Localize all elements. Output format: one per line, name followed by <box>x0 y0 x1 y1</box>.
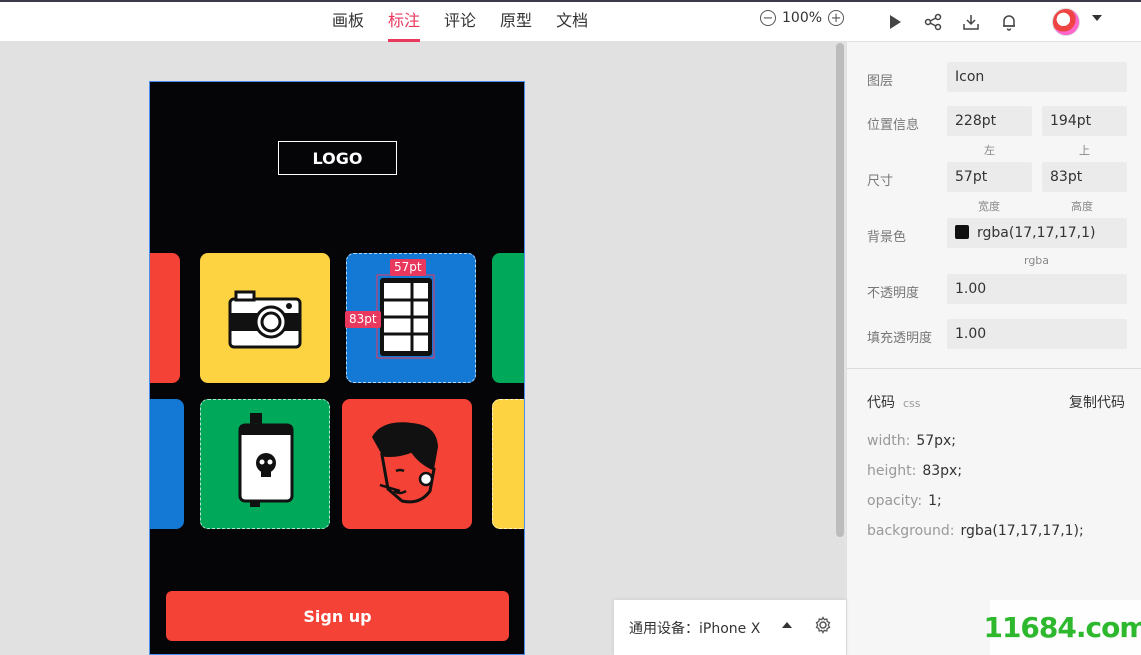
color-swatch <box>955 225 969 239</box>
position-top-sublabel: 上 <box>1079 144 1090 157</box>
width-measure-label: 57pt <box>390 259 426 276</box>
device-label: 通用设备：iPhone X <box>629 621 761 637</box>
tab-annotate[interactable]: 标注 <box>376 2 432 42</box>
bell-icon[interactable] <box>998 11 1020 33</box>
camera-icon <box>228 290 302 349</box>
share-icon[interactable] <box>922 11 944 33</box>
zoom-control: − 100% + <box>760 10 845 26</box>
code-language: css <box>903 397 921 410</box>
gear-icon[interactable] <box>814 616 832 634</box>
inspector-panel: 图层 Icon 位置信息 228pt 194pt 左 上 尺寸 57pt 83p… <box>846 42 1141 655</box>
signup-button[interactable]: Sign up <box>166 591 509 641</box>
code-value: 83px; <box>922 463 963 479</box>
fill-opacity-value[interactable]: 1.00 <box>947 319 1127 349</box>
size-label: 尺寸 <box>867 174 894 189</box>
code-prop: height: <box>867 463 917 479</box>
position-left-value[interactable]: 228pt <box>947 106 1032 136</box>
tab-prototype[interactable]: 原型 <box>488 2 544 42</box>
code-value: 1; <box>928 493 942 509</box>
zoom-in-icon[interactable]: + <box>828 10 845 26</box>
height-sublabel: 高度 <box>1071 200 1093 213</box>
code-title-text: 代码 <box>867 395 895 411</box>
tile-red-partial[interactable] <box>150 253 180 383</box>
play-icon[interactable] <box>884 11 906 33</box>
code-prop: opacity: <box>867 493 923 509</box>
toolbar-icons <box>884 11 1020 33</box>
logo[interactable]: LOGO <box>278 141 397 175</box>
code-line: width: 57px; <box>867 433 956 449</box>
width-value[interactable]: 57pt <box>947 162 1032 192</box>
layer-label: 图层 <box>867 74 894 89</box>
canvas-scrollbar[interactable] <box>836 43 844 537</box>
top-bar: 画板 标注 评论 原型 文档 − 100% + <box>0 0 1141 42</box>
height-measure-label: 83pt <box>345 311 381 328</box>
avatar[interactable] <box>1052 8 1080 36</box>
position-left-sublabel: 左 <box>984 144 995 157</box>
tab-comments[interactable]: 评论 <box>432 2 488 42</box>
background-value[interactable]: rgba(17,17,17,1) <box>947 218 1127 248</box>
tile-yellow-partial[interactable] <box>492 399 524 529</box>
face-illustration-icon <box>372 422 438 504</box>
code-section-title: 代码 css <box>867 392 921 412</box>
zoom-level: 100% <box>782 10 823 26</box>
width-sublabel: 宽度 <box>978 200 1000 213</box>
height-value[interactable]: 83pt <box>1042 162 1127 192</box>
watermark: 11684.com <box>983 600 1141 655</box>
skull-book-icon <box>238 413 294 507</box>
tile-blue-partial[interactable] <box>150 399 184 529</box>
code-line: height: 83px; <box>867 463 962 479</box>
code-prop: width: <box>867 433 911 449</box>
layer-value[interactable]: Icon <box>947 62 1127 92</box>
opacity-value[interactable]: 1.00 <box>947 274 1127 304</box>
code-prop: background: <box>867 523 955 539</box>
opacity-label: 不透明度 <box>867 286 920 301</box>
caret-up-icon[interactable] <box>782 622 792 628</box>
background-color-text: rgba(17,17,17,1) <box>977 225 1096 241</box>
device-selector[interactable]: 通用设备：iPhone X <box>614 600 846 655</box>
tab-artboard[interactable]: 画板 <box>320 2 376 42</box>
background-sublabel: rgba <box>1024 254 1050 267</box>
divider <box>847 368 1141 369</box>
position-top-value[interactable]: 194pt <box>1042 106 1127 136</box>
tile-green-partial[interactable] <box>492 253 524 383</box>
tile-camera[interactable] <box>200 253 330 383</box>
chevron-down-icon[interactable] <box>1092 15 1102 21</box>
code-line: background: rgba(17,17,17,1); <box>867 523 1084 539</box>
position-label: 位置信息 <box>867 118 920 133</box>
background-label: 背景色 <box>867 230 907 245</box>
artboard-iphone-x[interactable]: LOGO 57pt 83pt Sign up <box>149 81 525 655</box>
tile-face[interactable] <box>342 399 472 529</box>
view-tabs: 画板 标注 评论 原型 文档 <box>320 2 600 42</box>
code-value: rgba(17,17,17,1); <box>960 523 1084 539</box>
code-value: 57px; <box>916 433 957 449</box>
copy-code-button[interactable]: 复制代码 <box>1069 392 1125 412</box>
fill-opacity-label: 填充透明度 <box>867 331 933 346</box>
tile-book[interactable] <box>200 399 330 529</box>
download-icon[interactable] <box>960 11 982 33</box>
tab-docs[interactable]: 文档 <box>544 2 600 42</box>
zoom-out-icon[interactable]: − <box>760 10 776 26</box>
code-line: opacity: 1; <box>867 493 942 509</box>
